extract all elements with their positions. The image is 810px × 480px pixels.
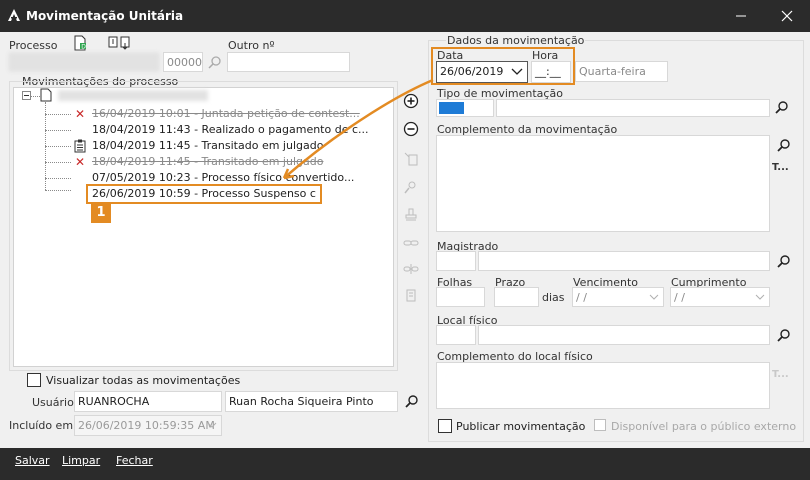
comp-local-textarea[interactable] [436,362,770,409]
visualizar-todas-label: Visualizar todas as movimentações [46,374,241,387]
folhas-field[interactable] [436,287,485,307]
document-actions-icon[interactable] [108,35,134,51]
clipboard-icon [74,139,86,153]
complemento-textarea[interactable] [436,135,770,232]
outro-number-field[interactable] [227,52,350,72]
svg-text:D: D [81,44,86,51]
processo-suffix-field[interactable]: 00000 [163,52,203,72]
minimize-button[interactable] [718,0,764,32]
text-format-button[interactable]: T... [772,162,789,173]
prazo-field[interactable] [494,287,539,307]
tipo-progress-fill [439,102,464,114]
app-logo-icon [8,9,20,21]
visualizar-todas-checkbox[interactable] [27,373,41,387]
processo-label: Processo [9,39,58,52]
cumprimento-value: / / [674,291,685,304]
close-button[interactable] [764,0,810,32]
collapse-icon[interactable] [22,91,31,100]
incluido-date-field: 26/06/2019 10:59:35 AM [74,415,222,436]
disponivel-checkbox [594,419,606,431]
search-icon[interactable] [207,55,223,71]
document-green-icon[interactable]: D [72,35,88,51]
process-folder-icon [40,88,52,102]
incluido-value: 26/06/2019 10:59:35 AM [78,419,215,432]
usuario-login-field[interactable]: RUANROCHA [74,391,222,412]
tipo-code-field[interactable] [436,99,494,117]
link-icon [403,240,419,246]
deleted-x-icon: ✕ [74,155,86,169]
publicar-label: Publicar movimentação [456,420,586,433]
local-search-icon[interactable] [776,328,792,344]
publicar-checkbox[interactable] [438,419,452,433]
limpar-button[interactable]: Limpar [62,454,100,467]
dia-semana-field: Quarta-feira [575,61,668,82]
disponivel-label: Disponível para o público externo [611,420,797,433]
date-time-callout [431,47,575,85]
salvar-button[interactable]: Salvar [15,454,50,467]
magistrado-name-field[interactable] [478,251,770,271]
usuario-label: Usuário [32,396,74,409]
dados-group-label: Dados da movimentação [446,34,586,47]
cumprimento-field[interactable]: / / [670,287,770,307]
vencimento-field[interactable]: / / [572,287,664,307]
text-format-button-disabled: T... [772,369,789,380]
minimize-icon [736,15,746,17]
tipo-search-icon[interactable] [774,100,790,116]
stamp-icon [405,208,417,221]
tipo-desc-field[interactable] [496,99,770,117]
outro-label: Outro nº [228,39,275,52]
close-icon [781,10,793,22]
magistrado-code-field[interactable] [436,251,476,271]
fechar-button[interactable]: Fechar [116,454,153,467]
chevron-down-icon[interactable] [755,294,765,301]
chevron-down-icon [207,422,217,428]
process-root-blurred [58,90,208,101]
chevron-down-icon[interactable] [649,294,659,301]
complemento-search-icon[interactable] [776,138,792,154]
callout-arrow [282,78,434,180]
dias-label: dias [542,291,565,304]
local-name-field[interactable] [478,325,770,345]
unlink-icon [403,264,419,274]
usuario-search-icon[interactable] [404,394,420,410]
deleted-x-icon: ✕ [74,107,86,121]
incluido-label: Incluído em : [9,419,81,432]
magistrado-search-icon[interactable] [776,254,792,270]
window-title: Movimentação Unitária [26,9,184,23]
document-history-icon [406,289,416,302]
callout-badge: 1 [91,203,111,223]
local-code-field[interactable] [436,325,476,345]
vencimento-value: / / [576,291,587,304]
usuario-nome-field[interactable]: Ruan Rocha Siqueira Pinto [225,391,398,412]
processo-number-blurred[interactable] [9,53,159,71]
